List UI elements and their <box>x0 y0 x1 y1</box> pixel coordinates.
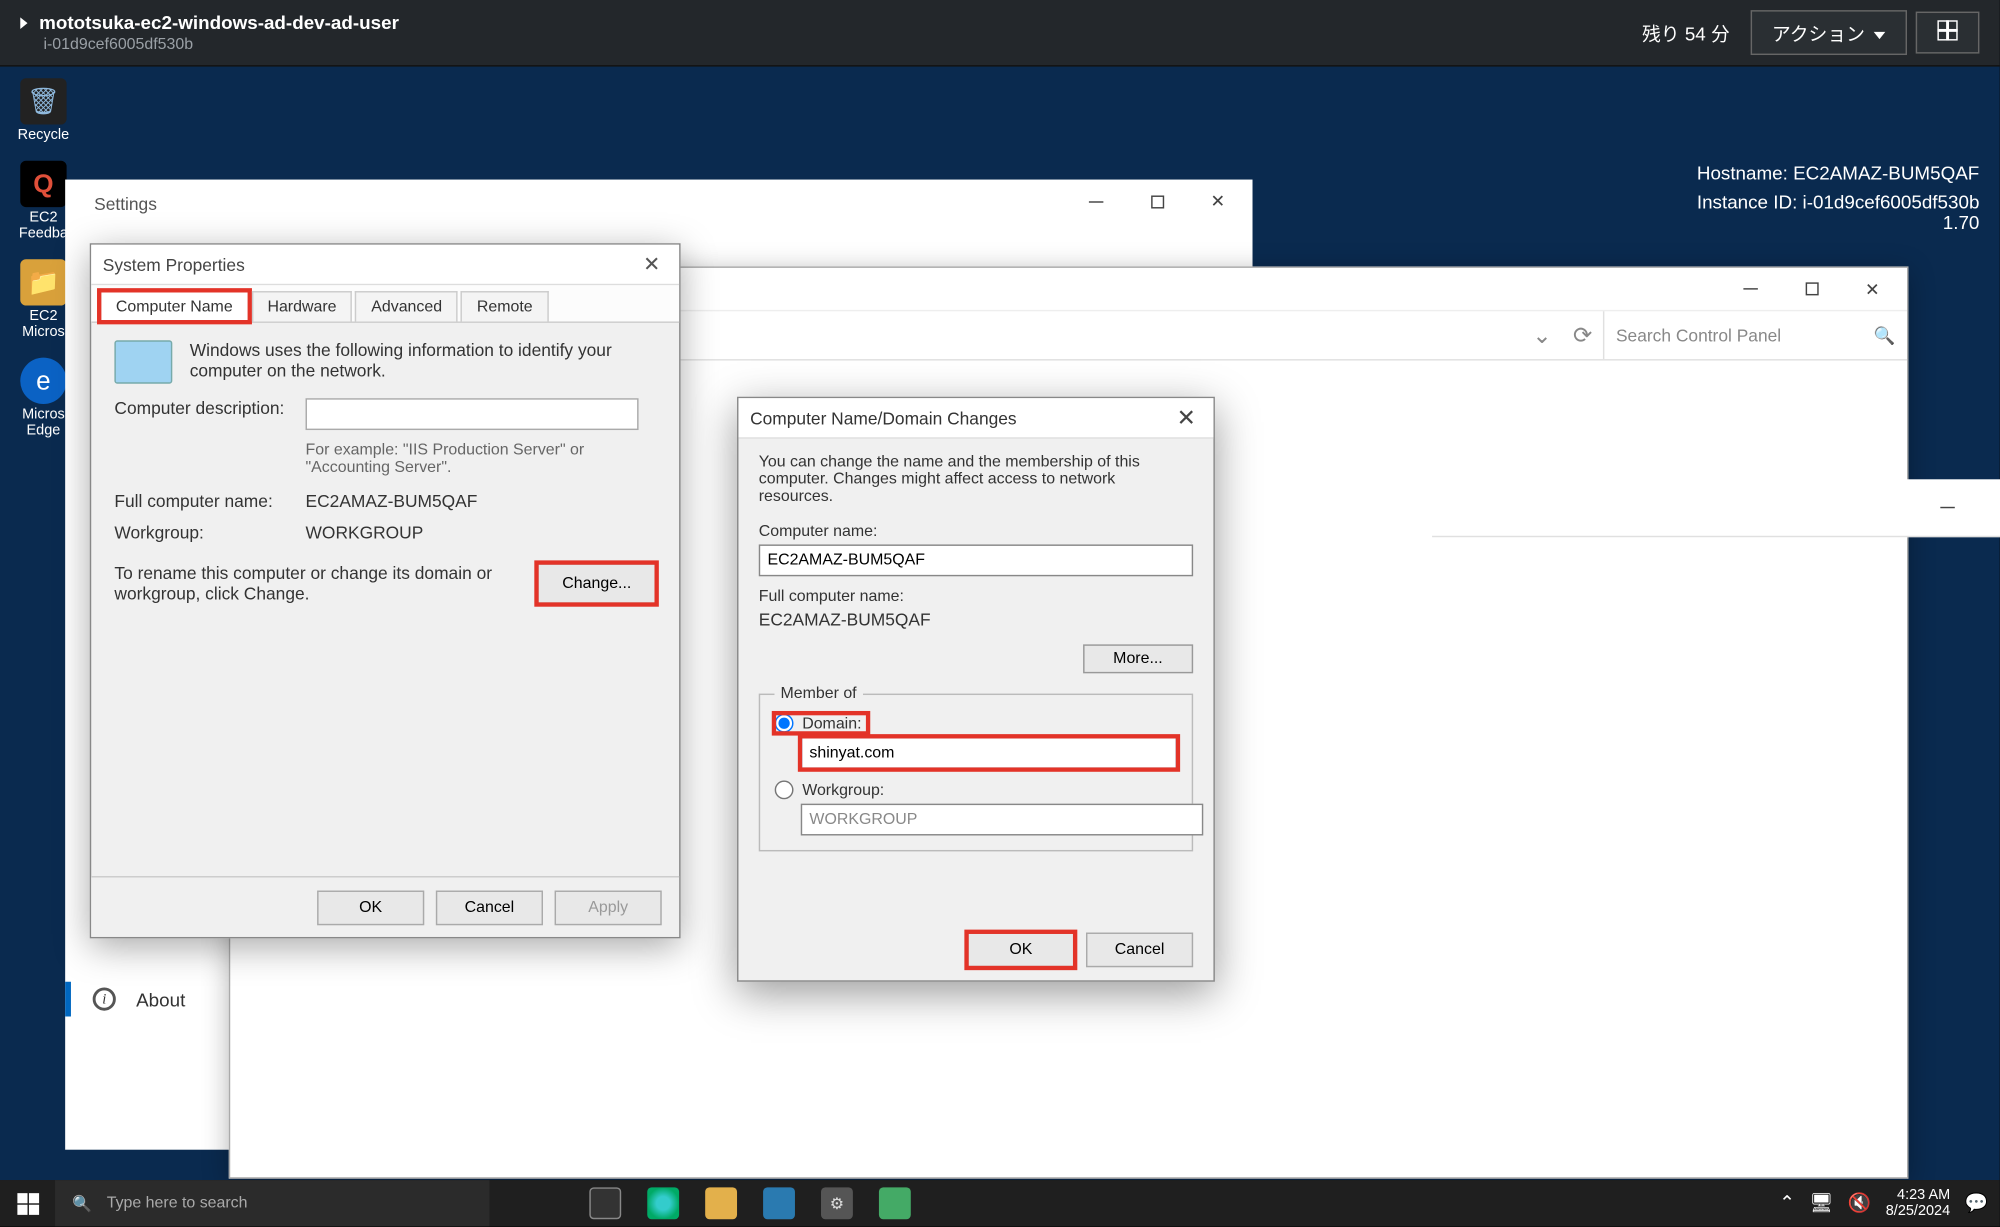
domain-radio-label: Domain: <box>802 715 861 732</box>
windows-icon <box>17 1192 39 1214</box>
description-hint: For example: "IIS Production Server" or … <box>306 442 656 477</box>
taskbar-app-edge[interactable] <box>634 1180 692 1226</box>
close-button[interactable]: ✕ <box>1189 182 1247 220</box>
more-button[interactable]: More... <box>1083 644 1193 673</box>
desktop-icon-recycle-bin[interactable]: 🗑Recycle <box>9 78 79 143</box>
full-computer-name-label: Full computer name: <box>114 491 288 511</box>
edge-icon: e <box>20 358 66 404</box>
ok-button[interactable]: OK <box>967 933 1074 968</box>
system-properties-dialog: System Properties ✕ Computer Name Hardwa… <box>90 243 681 938</box>
full-computer-name-value: EC2AMAZ-BUM5QAF <box>306 491 478 511</box>
change-button[interactable]: Change... <box>538 563 656 604</box>
task-view-button[interactable] <box>576 1180 634 1226</box>
dc-title: Computer Name/Domain Changes <box>750 408 1171 428</box>
nav-item-about[interactable]: iAbout <box>93 988 186 1011</box>
rename-text: To rename this computer or change its do… <box>114 563 520 604</box>
minimize-button[interactable] <box>1067 182 1125 220</box>
computer-description-label: Computer description: <box>114 398 288 430</box>
cp-close[interactable]: ✕ <box>1843 270 1901 308</box>
task-view-icon <box>589 1187 621 1219</box>
maximize-button[interactable] <box>1128 182 1186 220</box>
workgroup-radio-label: Workgroup: <box>802 781 884 798</box>
cp-mini-maximize[interactable] <box>1979 489 2000 527</box>
wallpaper-overlay-text: Hostname: EC2AMAZ-BUM5QAF Instance ID: i… <box>1697 159 1980 215</box>
start-button[interactable] <box>0 1180 55 1226</box>
ok-button[interactable]: OK <box>317 890 424 925</box>
domain-changes-dialog: Computer Name/Domain Changes ✕ You can c… <box>737 397 1215 982</box>
taskbar-app-system[interactable] <box>866 1180 924 1226</box>
cancel-button[interactable]: Cancel <box>436 890 543 925</box>
fullscreen-button[interactable] <box>1916 12 1980 54</box>
domain-input[interactable] <box>801 737 1177 769</box>
nav-active-indicator <box>65 982 71 1017</box>
q-icon: Q <box>20 161 66 207</box>
folder-icon <box>705 1187 737 1219</box>
notifications-icon[interactable]: 💬 <box>1965 1192 1988 1215</box>
system-icon <box>879 1187 911 1219</box>
tray-chevron-up-icon[interactable]: ⌃ <box>1779 1192 1795 1215</box>
tab-remote[interactable]: Remote <box>461 291 549 321</box>
settings-window-label: Settings <box>94 194 157 214</box>
close-icon[interactable]: ✕ <box>636 252 668 277</box>
intro-text: Windows uses the following information t… <box>190 340 656 383</box>
edge-icon <box>647 1187 679 1219</box>
cp-mini-minimize[interactable] <box>1919 489 1977 527</box>
member-of-legend: Member of <box>775 685 863 702</box>
system-clock[interactable]: 4:23 AM 8/25/2024 <box>1886 1187 1950 1219</box>
network-icon[interactable]: 🖥 <box>1809 1192 1833 1215</box>
cp-minimize[interactable] <box>1722 270 1780 308</box>
time-remaining: 残り 54 分 <box>1642 19 1730 47</box>
apply-button[interactable]: Apply <box>555 890 662 925</box>
cancel-button[interactable]: Cancel <box>1086 933 1193 968</box>
taskbar: 🔍Type here to search ⚙ ⌃ 🖥 🔇 4:23 AM 8/2… <box>0 1180 2000 1226</box>
close-icon[interactable]: ✕ <box>1171 403 1202 432</box>
computer-name-label: Computer name: <box>759 523 1193 540</box>
recycle-bin-icon: 🗑 <box>20 78 66 124</box>
full-name-value: EC2AMAZ-BUM5QAF <box>759 610 1193 630</box>
cp-maximize[interactable] <box>1782 270 1840 308</box>
computer-icon <box>114 340 172 383</box>
workgroup-radio[interactable] <box>775 780 794 799</box>
refresh-icon[interactable]: ⟳ <box>1562 321 1603 350</box>
workgroup-input <box>801 804 1204 836</box>
fullscreen-icon <box>1937 20 1957 40</box>
session-title: mototsuka-ec2-windows-ad-dev-ad-user <box>39 12 399 34</box>
address-dropdown-icon[interactable]: ⌄ <box>1522 321 1563 350</box>
remote-desktop: Hostname: EC2AMAZ-BUM5QAF Instance ID: i… <box>0 67 2000 1181</box>
search-icon: 🔍 <box>72 1194 92 1213</box>
photos-icon <box>763 1187 795 1219</box>
volume-icon[interactable]: 🔇 <box>1848 1192 1871 1215</box>
play-icon <box>20 17 27 29</box>
gear-icon: ⚙ <box>821 1187 853 1219</box>
tab-advanced[interactable]: Advanced <box>355 291 458 321</box>
dc-intro: You can change the name and the membersh… <box>759 453 1193 505</box>
dialog-title: System Properties <box>103 254 636 274</box>
taskbar-app-settings[interactable]: ⚙ <box>808 1180 866 1226</box>
folder-icon: 📁 <box>20 259 66 305</box>
control-panel-search[interactable]: Search Control Panel🔍 <box>1603 311 1907 359</box>
taskbar-search[interactable]: 🔍Type here to search <box>55 1180 489 1226</box>
workgroup-value: WORKGROUP <box>306 523 424 543</box>
computer-description-input[interactable] <box>306 398 639 430</box>
workgroup-label: Workgroup: <box>114 523 288 543</box>
tab-computer-name[interactable]: Computer Name <box>100 291 249 321</box>
full-name-label: Full computer name: <box>759 588 1193 605</box>
taskbar-app-explorer[interactable] <box>692 1180 750 1226</box>
action-button[interactable]: アクション <box>1750 10 1907 55</box>
search-icon: 🔍 <box>1874 325 1896 345</box>
computer-name-input[interactable] <box>759 544 1193 576</box>
chevron-down-icon <box>1874 32 1886 39</box>
instance-id: i-01d9cef6005df530b <box>43 36 398 53</box>
taskbar-app-photos[interactable] <box>750 1180 808 1226</box>
domain-radio[interactable] <box>775 714 794 733</box>
session-topbar: mototsuka-ec2-windows-ad-dev-ad-user i-0… <box>0 0 2000 67</box>
tab-hardware[interactable]: Hardware <box>252 291 353 321</box>
info-icon: i <box>93 988 116 1011</box>
